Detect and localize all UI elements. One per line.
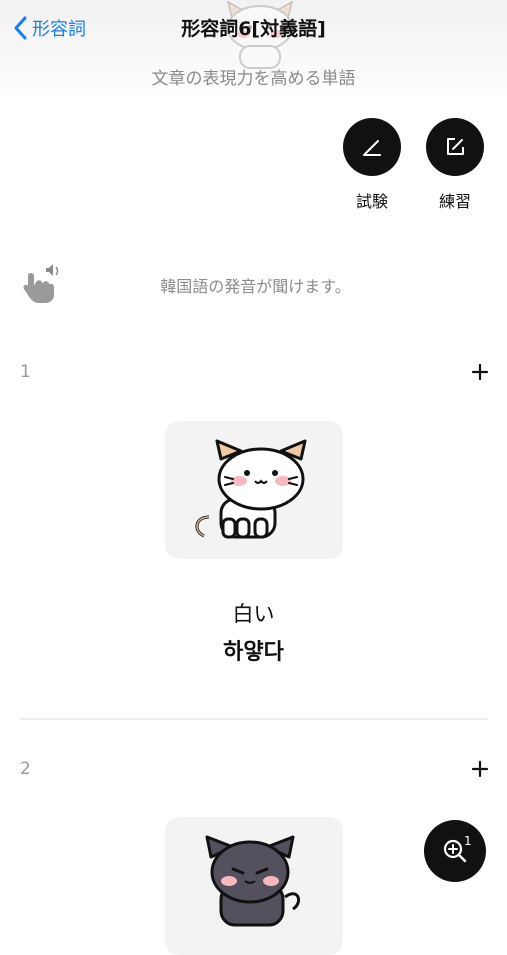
item-divider <box>20 718 488 720</box>
test-button-circle[interactable] <box>343 118 401 176</box>
practice-button[interactable]: 練習 <box>425 118 485 212</box>
dark-cat-icon <box>205 835 301 927</box>
word-image-card[interactable] <box>165 421 343 559</box>
page-subtitle: 文章の表現力を高める単語 <box>151 69 356 89</box>
zoom-level-badge: 1 <box>464 834 472 848</box>
word-japanese: 白い <box>232 602 275 626</box>
word-korean[interactable]: 하얗다 <box>0 634 507 666</box>
page-title: 形容詞6[対義語] <box>181 18 326 40</box>
test-button[interactable]: 試験 <box>342 118 402 212</box>
test-button-label: 試験 <box>355 192 388 211</box>
navigation-header: 形容詞 形容詞6[対義語] 文章の表現力を高める単語 <box>0 0 507 100</box>
item-number: 1 <box>20 362 31 382</box>
zoom-button[interactable]: 1 <box>424 820 486 882</box>
pencil-icon <box>363 140 381 156</box>
white-cat-icon <box>195 439 307 539</box>
word-image-card[interactable] <box>165 817 343 955</box>
item-number: 2 <box>20 759 31 779</box>
edit-square-icon <box>447 138 464 155</box>
pronunciation-hint: 韓国語の発音が聞けます。 <box>160 277 351 296</box>
practice-button-circle[interactable] <box>426 118 484 176</box>
add-icon[interactable] <box>470 362 490 382</box>
practice-button-label: 練習 <box>438 192 471 211</box>
add-icon[interactable] <box>470 759 490 779</box>
